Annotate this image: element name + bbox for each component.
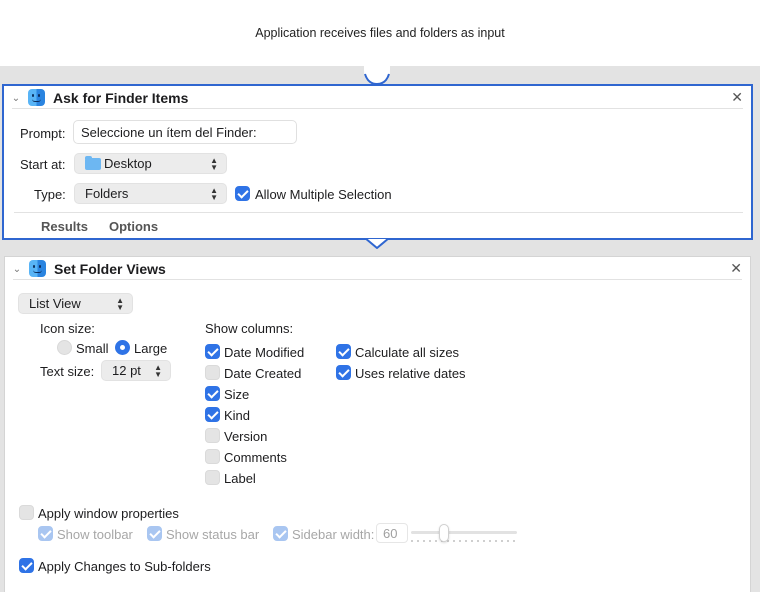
column-date-modified-checkbox[interactable] bbox=[205, 344, 220, 359]
input-description-banner: Application receives files and folders a… bbox=[0, 0, 760, 66]
sidebar-width-slider-track[interactable] bbox=[411, 531, 517, 534]
show-columns-label: Show columns: bbox=[205, 321, 294, 336]
apply-subfolders-label: Apply Changes to Sub-folders bbox=[38, 559, 211, 574]
popup-chevrons-icon: ▲ ▼ bbox=[210, 186, 218, 202]
action-title: Set Folder Views bbox=[54, 261, 166, 277]
input-description: Application receives files and folders a… bbox=[255, 26, 505, 40]
view-style-popup[interactable]: List View ▲ ▼ bbox=[18, 293, 133, 314]
text-size-popup[interactable]: 12 pt ▲ ▼ bbox=[101, 360, 171, 381]
sidebar-width-slider-ticks bbox=[411, 540, 517, 542]
allow-multiple-checkbox[interactable] bbox=[235, 186, 250, 201]
column-date-created-checkbox[interactable] bbox=[205, 365, 220, 380]
column-version-checkbox[interactable] bbox=[205, 428, 220, 443]
column-version-label: Version bbox=[224, 429, 268, 444]
disclosure-chevron-icon[interactable]: ⌄ bbox=[10, 92, 22, 104]
icon-size-large-label: Large bbox=[134, 341, 168, 356]
icon-size-small-label: Small bbox=[76, 341, 109, 356]
uses-relative-dates-label: Uses relative dates bbox=[355, 366, 466, 381]
popup-chevrons-icon: ▲ ▼ bbox=[154, 363, 162, 379]
apply-window-properties-checkbox[interactable] bbox=[19, 505, 34, 520]
header-divider bbox=[12, 108, 743, 109]
action-title: Ask for Finder Items bbox=[53, 90, 189, 106]
text-size-label: Text size: bbox=[40, 364, 95, 379]
apply-subfolders-checkbox[interactable] bbox=[19, 558, 34, 573]
workflow-connector-top bbox=[364, 66, 390, 84]
uses-relative-dates-checkbox[interactable] bbox=[336, 365, 351, 380]
calculate-all-sizes-checkbox[interactable] bbox=[336, 344, 351, 359]
action-set-folder-views[interactable]: ⌄ Set Folder Views ✕ List View ▲ ▼ Icon s… bbox=[4, 256, 751, 592]
start-at-popup[interactable]: Desktop ▲ ▼ bbox=[74, 153, 227, 174]
icon-size-label: Icon size: bbox=[40, 321, 95, 336]
column-size-checkbox[interactable] bbox=[205, 386, 220, 401]
finder-icon bbox=[28, 89, 45, 106]
column-kind-checkbox[interactable] bbox=[205, 407, 220, 422]
workflow-connector-middle bbox=[364, 238, 390, 249]
header-divider bbox=[13, 279, 742, 280]
show-status-bar-checkbox[interactable] bbox=[147, 526, 162, 541]
start-at-value: Desktop bbox=[104, 156, 152, 171]
text-size-value: 12 pt bbox=[112, 363, 141, 378]
sidebar-width-slider-knob[interactable] bbox=[439, 524, 449, 542]
finder-icon bbox=[29, 260, 46, 277]
icon-size-small-radio[interactable] bbox=[57, 340, 72, 355]
column-label-label: Label bbox=[224, 471, 256, 486]
popup-chevrons-icon: ▲ ▼ bbox=[210, 156, 218, 172]
view-style-value: List View bbox=[29, 296, 81, 311]
prompt-label: Prompt: bbox=[20, 126, 66, 141]
tab-options[interactable]: Options bbox=[109, 219, 158, 234]
prompt-input[interactable]: Seleccione un ítem del Finder: bbox=[73, 120, 297, 144]
column-label-checkbox[interactable] bbox=[205, 470, 220, 485]
popup-chevrons-icon: ▲ ▼ bbox=[116, 296, 124, 312]
action-ask-for-finder-items[interactable]: ⌄ Ask for Finder Items ✕ Prompt: Selecci… bbox=[2, 84, 753, 240]
show-toolbar-label: Show toolbar bbox=[57, 527, 133, 542]
disclosure-chevron-icon[interactable]: ⌄ bbox=[11, 263, 23, 275]
sidebar-width-label: Sidebar width: bbox=[292, 527, 375, 542]
start-at-label: Start at: bbox=[20, 157, 66, 172]
tab-divider bbox=[14, 212, 743, 213]
close-icon[interactable]: ✕ bbox=[730, 260, 742, 277]
allow-multiple-label: Allow Multiple Selection bbox=[255, 187, 392, 202]
folder-icon bbox=[85, 155, 101, 170]
show-status-bar-label: Show status bar bbox=[166, 527, 260, 542]
calculate-all-sizes-label: Calculate all sizes bbox=[355, 345, 460, 360]
sidebar-width-field[interactable]: 60 bbox=[376, 523, 408, 543]
apply-window-properties-label: Apply window properties bbox=[38, 506, 179, 521]
type-label: Type: bbox=[34, 187, 66, 202]
column-size-label: Size bbox=[224, 387, 250, 402]
sidebar-width-checkbox[interactable] bbox=[273, 526, 288, 541]
column-date-created-label: Date Created bbox=[224, 366, 302, 381]
column-kind-label: Kind bbox=[224, 408, 251, 423]
tab-results[interactable]: Results bbox=[41, 219, 88, 234]
close-icon[interactable]: ✕ bbox=[731, 89, 743, 106]
type-popup[interactable]: Folders ▲ ▼ bbox=[74, 183, 227, 204]
column-comments-label: Comments bbox=[224, 450, 287, 465]
icon-size-large-radio[interactable] bbox=[115, 340, 130, 355]
type-value: Folders bbox=[85, 186, 129, 201]
column-comments-checkbox[interactable] bbox=[205, 449, 220, 464]
show-toolbar-checkbox[interactable] bbox=[38, 526, 53, 541]
column-date-modified-label: Date Modified bbox=[224, 345, 305, 360]
